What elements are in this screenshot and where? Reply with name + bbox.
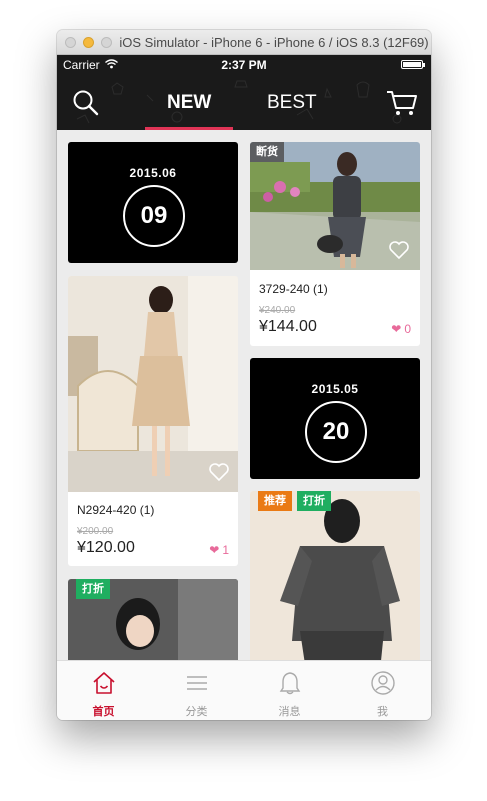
- minimize-window-button[interactable]: [83, 37, 94, 48]
- product-photo[interactable]: [250, 491, 420, 660]
- close-window-button[interactable]: [65, 37, 76, 48]
- heart-icon: ❤: [391, 322, 402, 336]
- phone-screen: Carrier 2:37 PM NEW BEST 2015.06 09 断货 3…: [57, 55, 431, 720]
- sale-price: ¥120.00: [77, 539, 135, 556]
- top-nav-bar: NEW BEST: [57, 75, 431, 130]
- like-count: ❤ 1: [209, 543, 229, 557]
- product-card[interactable]: 断货 3729-240 (1) ¥240.00 ¥144.00 ❤ 0: [250, 142, 420, 346]
- tab-best[interactable]: BEST: [267, 92, 317, 114]
- product-code: N2924-420 (1): [77, 503, 155, 517]
- recommended-tag: 推荐: [258, 491, 292, 511]
- product-card[interactable]: 打折: [68, 579, 238, 660]
- date-year-month: 2015.05: [311, 382, 359, 396]
- tab-messages-label: 消息: [278, 706, 301, 718]
- date-day: 20: [305, 401, 367, 463]
- original-price: ¥240.00: [259, 305, 296, 316]
- simulator-window: iOS Simulator - iPhone 6 - iPhone 6 / iO…: [57, 30, 431, 720]
- favorite-icon[interactable]: [208, 462, 230, 487]
- user-icon: [371, 671, 395, 695]
- tab-me[interactable]: 我: [336, 661, 429, 720]
- product-photo[interactable]: [68, 276, 238, 492]
- list-icon: [187, 676, 207, 690]
- window-titlebar[interactable]: iOS Simulator - iPhone 6 - iPhone 6 / iO…: [57, 30, 431, 55]
- tab-home-label: 首页: [92, 706, 115, 718]
- date-day: 09: [123, 185, 185, 247]
- favorite-icon[interactable]: [388, 240, 410, 265]
- status-bar: Carrier 2:37 PM: [57, 55, 431, 75]
- tab-categories[interactable]: 分类: [150, 661, 243, 720]
- date-year-month: 2015.06: [129, 166, 177, 180]
- out-of-stock-tag: 断货: [250, 142, 284, 162]
- sale-price: ¥144.00: [259, 318, 317, 335]
- tab-messages[interactable]: 消息: [243, 661, 336, 720]
- pattern-background: [76, 80, 402, 124]
- original-price: ¥200.00: [77, 526, 114, 537]
- tab-me-label: 我: [377, 706, 388, 718]
- bell-icon: [279, 672, 301, 695]
- tab-categories-label: 分类: [185, 706, 208, 718]
- battery-icon: [401, 60, 425, 69]
- cart-icon[interactable]: [385, 88, 419, 118]
- discount-tag: 打折: [297, 491, 331, 511]
- clock: 2:37 PM: [221, 58, 267, 72]
- bottom-tab-bar: 首页 分类 消息 我: [57, 660, 431, 720]
- date-card: 2015.05 20: [250, 358, 420, 479]
- heart-icon: ❤: [209, 543, 220, 557]
- product-feed[interactable]: 2015.06 09 断货 3729-240 (1) ¥240.00 ¥144.…: [57, 130, 431, 660]
- search-icon[interactable]: [71, 88, 101, 118]
- like-count: ❤ 0: [391, 322, 411, 336]
- product-card[interactable]: N2924-420 (1) ¥200.00 ¥120.00 ❤ 1: [68, 276, 238, 566]
- home-icon: [93, 672, 115, 694]
- window-title: iOS Simulator - iPhone 6 - iPhone 6 / iO…: [119, 35, 429, 50]
- date-card: 2015.06 09: [68, 142, 238, 263]
- product-code: 3729-240 (1): [259, 282, 328, 296]
- tab-new[interactable]: NEW: [167, 92, 211, 114]
- zoom-window-button[interactable]: [101, 37, 112, 48]
- discount-tag: 打折: [76, 579, 110, 599]
- product-card[interactable]: 推荐 打折: [250, 491, 420, 660]
- tab-home[interactable]: 首页: [57, 661, 150, 720]
